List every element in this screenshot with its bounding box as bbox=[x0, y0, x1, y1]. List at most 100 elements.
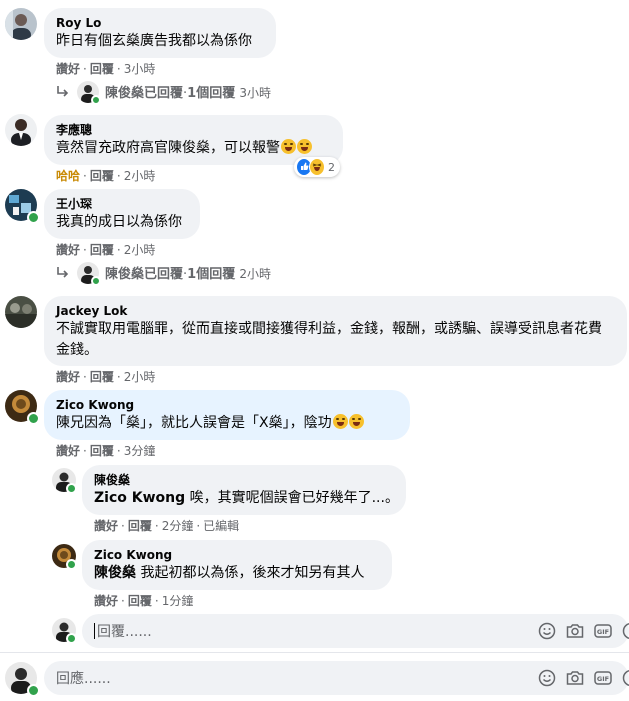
avatar-roy-lo[interactable] bbox=[5, 8, 37, 40]
comment-actions: 讚好 · 回覆 · 2小時 bbox=[56, 369, 155, 385]
gif-icon[interactable]: GIF bbox=[593, 621, 613, 641]
comment-input[interactable]: 回應...... GIF bbox=[44, 661, 629, 695]
timestamp[interactable]: 2小時 bbox=[124, 243, 156, 257]
reply-input-placeholder: 回覆...... bbox=[94, 621, 537, 641]
comment-bubble: Jackey Lok 不誠實取用電腦罪，從而直接或間接獲得利益，金錢，報酬，或誘… bbox=[44, 296, 627, 366]
reply-author[interactable]: 陳俊燊 bbox=[94, 472, 394, 488]
like-button[interactable]: 讚好 bbox=[94, 519, 118, 533]
reply-input[interactable]: 回覆...... GIF bbox=[82, 614, 629, 648]
placeholder-text: 回應...... bbox=[56, 671, 111, 687]
replier-label: 陳俊燊已回覆 bbox=[105, 267, 184, 282]
separator: · bbox=[116, 243, 121, 257]
laughing-emoji-icon bbox=[281, 139, 296, 154]
timestamp[interactable]: 3小時 bbox=[124, 62, 156, 76]
like-button[interactable]: 讚好 bbox=[94, 594, 118, 608]
separator: · bbox=[121, 519, 125, 533]
haha-button[interactable]: 哈哈 bbox=[56, 169, 80, 183]
reply-text: Zico Kwong 唉，其實呢個誤會已好幾年了...。 bbox=[94, 488, 399, 509]
avatar-image bbox=[5, 303, 37, 328]
mention-link[interactable]: Zico Kwong bbox=[94, 490, 185, 506]
comment-author[interactable]: Jackey Lok bbox=[56, 303, 615, 319]
comment-actions: 哈哈 · 回覆 · 2小時 bbox=[56, 168, 155, 184]
sticker-icon[interactable] bbox=[621, 621, 629, 641]
reply-author[interactable]: Zico Kwong bbox=[94, 547, 380, 563]
separator: · bbox=[116, 62, 121, 76]
reply-button[interactable]: 回覆 bbox=[90, 370, 114, 384]
reply-count: 1個回覆 bbox=[187, 86, 236, 101]
placeholder-text: 回覆...... bbox=[97, 624, 152, 640]
comment-author[interactable]: Roy Lo bbox=[56, 15, 264, 31]
comment-actions: 讚好 · 回覆 · 3分鐘 bbox=[56, 443, 155, 459]
reply-text-body: 我起初都以為係，後來才知另有其人 bbox=[136, 565, 365, 581]
timestamp[interactable]: 1分鐘 bbox=[162, 594, 194, 608]
comment-author[interactable]: Zico Kwong bbox=[56, 397, 398, 413]
timestamp[interactable]: 2小時 bbox=[124, 169, 156, 183]
like-button[interactable]: 讚好 bbox=[56, 243, 80, 257]
reply-bubble: 陳俊燊 Zico Kwong 唉，其實呢個誤會已好幾年了...。 bbox=[82, 465, 406, 515]
edited-label[interactable]: 已編輯 bbox=[203, 519, 239, 533]
reaction-count: 2 bbox=[328, 160, 335, 174]
timestamp[interactable]: 3分鐘 bbox=[124, 444, 156, 458]
gif-icon[interactable]: GIF bbox=[593, 668, 613, 688]
comment-author[interactable]: 李應聰 bbox=[56, 122, 331, 138]
view-replies-link[interactable]: 陳俊燊已回覆·1個回覆 3小時 bbox=[105, 83, 271, 104]
like-button[interactable]: 讚好 bbox=[56, 370, 80, 384]
reply-button[interactable]: 回覆 bbox=[128, 519, 152, 533]
timestamp[interactable]: 2小時 bbox=[124, 370, 156, 384]
avatar-jackey-lok[interactable] bbox=[5, 296, 37, 328]
reply-bubble: Zico Kwong 陳俊燊 我起初都以為係，後來才知另有其人 bbox=[82, 540, 392, 590]
online-status-icon bbox=[27, 211, 40, 224]
reply-button[interactable]: 回覆 bbox=[90, 243, 114, 257]
online-status-icon bbox=[66, 483, 77, 494]
reply-button[interactable]: 回覆 bbox=[128, 594, 152, 608]
crying-emoji-icon bbox=[332, 414, 348, 429]
like-button[interactable]: 讚好 bbox=[56, 62, 80, 76]
camera-icon[interactable] bbox=[565, 668, 585, 688]
comment-text: 陳兄因為「燊」，就比人誤會是「X燊」，陰功 bbox=[56, 413, 398, 434]
mention-link[interactable]: 陳俊燊 bbox=[94, 565, 136, 581]
comment-text: 我真的成日以為係你 bbox=[56, 214, 182, 230]
online-status-icon bbox=[66, 633, 77, 644]
timestamp: 3小時 bbox=[239, 86, 271, 100]
reply-arrow-icon bbox=[56, 265, 70, 284]
reply-actions: 讚好 · 回覆 · 1分鐘 bbox=[94, 593, 193, 609]
online-status-icon bbox=[91, 276, 101, 286]
svg-text:GIF: GIF bbox=[597, 675, 609, 683]
reply-arrow-icon bbox=[56, 84, 70, 103]
reply-button[interactable]: 回覆 bbox=[90, 444, 114, 458]
online-status-icon bbox=[27, 412, 40, 425]
reply-count: 1個回覆 bbox=[187, 267, 236, 282]
online-status-icon bbox=[91, 95, 101, 105]
haha-reaction-icon bbox=[309, 158, 325, 176]
comment-bubble: Roy Lo 昨日有個玄燊廣告我都以為係你 bbox=[44, 8, 276, 58]
online-status-icon bbox=[66, 559, 77, 570]
svg-text:GIF: GIF bbox=[597, 628, 609, 636]
emoji-icon[interactable] bbox=[537, 621, 557, 641]
comment-actions: 讚好 · 回覆 · 3小時 bbox=[56, 61, 155, 77]
comment-text: 竟然冒充政府高官陳俊燊，可以報警 bbox=[56, 138, 331, 159]
laughing-emoji-icon bbox=[297, 139, 312, 154]
avatar-image bbox=[5, 8, 31, 40]
avatar-image bbox=[11, 119, 31, 146]
avatar-lee[interactable] bbox=[5, 114, 37, 146]
view-replies-link[interactable]: 陳俊燊已回覆·1個回覆 2小時 bbox=[105, 264, 271, 285]
reply-button[interactable]: 回覆 bbox=[90, 169, 114, 183]
comment-bubble: 王小琛 我真的成日以為係你 bbox=[44, 189, 200, 239]
comment-text: 昨日有個玄燊廣告我都以為係你 bbox=[56, 33, 252, 49]
reply-button[interactable]: 回覆 bbox=[90, 62, 114, 76]
comment-author[interactable]: 王小琛 bbox=[56, 196, 188, 212]
text-cursor bbox=[94, 623, 95, 639]
comment-actions: 讚好 · 回覆 · 2小時 bbox=[56, 242, 155, 258]
separator: · bbox=[154, 519, 159, 533]
reply-text: 陳俊燊 我起初都以為係，後來才知另有其人 bbox=[94, 563, 380, 584]
emoji-icon[interactable] bbox=[537, 668, 557, 688]
online-status-icon bbox=[27, 684, 40, 697]
replier-label: 陳俊燊已回覆 bbox=[105, 86, 184, 101]
reaction-badge[interactable]: 2 bbox=[294, 157, 340, 177]
sticker-icon[interactable] bbox=[621, 668, 629, 688]
like-button[interactable]: 讚好 bbox=[56, 444, 80, 458]
separator: · bbox=[121, 594, 125, 608]
comment-text-body: 陳兄因為「燊」，就比人誤會是「X燊」，陰功 bbox=[56, 415, 332, 431]
camera-icon[interactable] bbox=[565, 621, 585, 641]
timestamp[interactable]: 2分鐘 bbox=[162, 519, 194, 533]
